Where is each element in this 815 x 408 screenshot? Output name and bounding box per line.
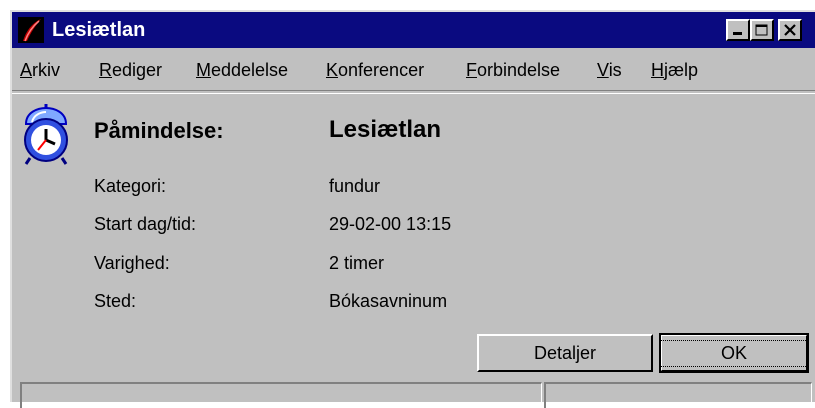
menu-hjaelp[interactable]: Hjælp bbox=[651, 58, 698, 82]
reminder-window: Lesiætlan Arkiv Rediger Meddelelse Konfe… bbox=[10, 10, 815, 408]
location-value: Bókasavninum bbox=[329, 291, 448, 311]
start-value: 29-02-00 13:15 bbox=[329, 214, 452, 234]
menu-konferencer[interactable]: Konferencer bbox=[326, 58, 424, 82]
reminder-label: Påmindelse: bbox=[94, 118, 224, 143]
category-value: fundur bbox=[329, 176, 381, 196]
details-button[interactable]: Detaljer bbox=[477, 334, 653, 372]
maximize-icon bbox=[755, 24, 768, 36]
maximize-button[interactable] bbox=[750, 19, 774, 41]
menu-bar: Arkiv Rediger Meddelelse Konferencer For… bbox=[12, 48, 815, 90]
menu-meddelelse[interactable]: Meddelelse bbox=[196, 58, 288, 82]
details-button-label: Detaljer bbox=[533, 342, 597, 363]
menu-vis[interactable]: Vis bbox=[597, 58, 622, 82]
close-icon bbox=[784, 24, 796, 36]
ok-button-label: OK bbox=[660, 339, 809, 367]
menu-rediger[interactable]: Rediger bbox=[99, 58, 162, 82]
duration-label: Varighed: bbox=[94, 253, 170, 273]
status-pane-left bbox=[20, 382, 542, 408]
menu-forbindelse[interactable]: Forbindelse bbox=[466, 58, 560, 82]
window-title: Lesiætlan bbox=[52, 19, 146, 41]
minimize-icon bbox=[733, 32, 742, 35]
ok-button[interactable]: OK bbox=[659, 333, 809, 373]
quill-pen-icon bbox=[18, 17, 44, 43]
close-button[interactable] bbox=[778, 19, 802, 41]
alarm-clock-icon bbox=[24, 104, 68, 165]
status-pane-right bbox=[544, 382, 812, 408]
title-bar[interactable]: Lesiætlan bbox=[12, 12, 815, 48]
menu-separator bbox=[12, 90, 815, 94]
duration-value: 2 timer bbox=[329, 253, 385, 273]
menu-arkiv[interactable]: Arkiv bbox=[20, 58, 60, 82]
reminder-subject: Lesiætlan bbox=[329, 116, 442, 143]
location-label: Sted: bbox=[94, 291, 137, 311]
minimize-button[interactable] bbox=[726, 19, 750, 41]
start-label: Start dag/tid: bbox=[94, 214, 197, 234]
category-label: Kategori: bbox=[94, 176, 167, 196]
